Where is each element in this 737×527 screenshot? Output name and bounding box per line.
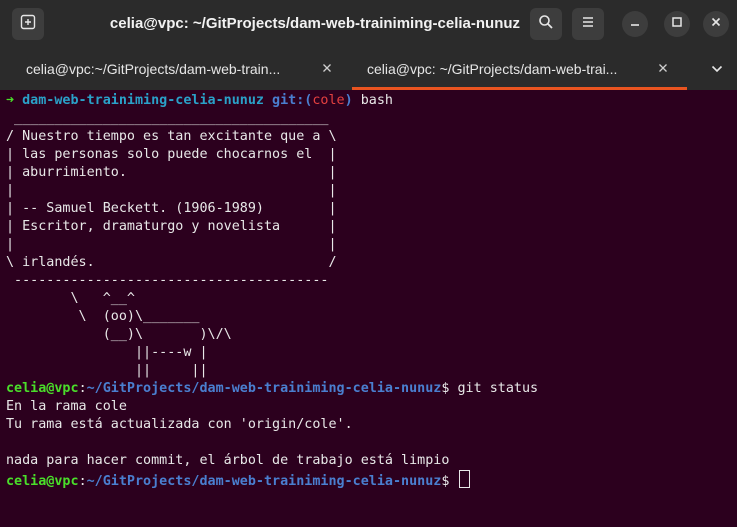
minimize-icon (629, 15, 641, 33)
output-line: En la rama cole (6, 399, 127, 414)
tab-close-button[interactable] (316, 51, 338, 87)
terminal-output[interactable]: ➜ dam-web-trainiming-celia-nunuz git:(co… (6, 92, 734, 527)
maximize-icon (671, 15, 683, 33)
minimize-button[interactable] (622, 11, 648, 37)
close-icon (322, 60, 332, 78)
window-title: celia@vpc: ~/GitProjects/dam-web-trainim… (109, 15, 521, 32)
cowsay-line: \ irlandés. / (6, 255, 337, 270)
cowsay-line: ||----w | (6, 345, 208, 360)
git-prompt-line: ➜ dam-web-trainiming-celia-nunuz git:(co… (6, 92, 734, 110)
cowsay-line: | | (6, 183, 337, 198)
git-label: git:( (272, 93, 313, 108)
shell-prompt-line: celia@vpc:~/GitProjects/dam-web-trainimi… (6, 470, 734, 489)
cowsay-line: \ ^__^ (6, 291, 135, 306)
tab-label: celia@vpc: ~/GitProjects/dam-web-trai... (367, 61, 618, 77)
search-button[interactable] (530, 8, 562, 40)
output-line: nada para hacer commit, el árbol de trab… (6, 453, 450, 468)
prompt-user: celia@vpc (6, 381, 79, 396)
new-tab-icon (20, 14, 36, 35)
cowsay-line: | | (6, 237, 337, 252)
git-branch: cole (312, 93, 345, 108)
cowsay-line: | Escritor, dramaturgo y novelista | (6, 219, 337, 234)
cowsay-line: \ (oo)\_______ (6, 309, 200, 324)
prompt-directory: dam-web-trainiming-celia-nunuz (22, 93, 264, 108)
hamburger-menu-icon (581, 15, 595, 34)
prompt-path: ~/GitProjects/dam-web-trainiming-celia-n… (86, 474, 442, 489)
tab-label: celia@vpc:~/GitProjects/dam-web-train... (26, 61, 281, 77)
header-bar: celia@vpc: ~/GitProjects/dam-web-trainim… (0, 0, 737, 48)
prompt-user: celia@vpc (6, 474, 79, 489)
output-line: Tu rama está actualizada con 'origin/col… (6, 417, 353, 432)
git-label-close: ) (344, 93, 353, 108)
text-cursor[interactable] (459, 470, 471, 488)
cowsay-line: (__)\ )\/\ (6, 327, 232, 342)
cowsay-line: _______________________________________ (6, 111, 329, 126)
active-tab-indicator (352, 87, 687, 90)
chevron-down-icon (711, 60, 723, 78)
close-icon (658, 60, 668, 78)
prompt-dollar: $ (441, 381, 458, 396)
cowsay-line: | aburrimiento. | (6, 165, 337, 180)
shell-prompt-line: celia@vpc:~/GitProjects/dam-web-trainimi… (6, 380, 734, 398)
new-tab-button[interactable] (12, 8, 44, 40)
prompt-separator: : (78, 474, 87, 489)
maximize-button[interactable] (664, 11, 690, 37)
close-icon (710, 15, 722, 33)
search-icon (538, 14, 554, 35)
prompt-separator: : (78, 381, 87, 396)
tab-bar: celia@vpc:~/GitProjects/dam-web-train...… (0, 48, 737, 90)
command-text: bash (360, 93, 393, 108)
cowsay-line: || || (6, 363, 208, 378)
cowsay-line: / Nuestro tiempo es tan excitante que a … (6, 129, 337, 144)
tab-close-button[interactable] (652, 51, 674, 87)
close-window-button[interactable] (703, 11, 729, 37)
cowsay-line: | las personas solo puede chocarnos el | (6, 147, 337, 162)
menu-button[interactable] (572, 8, 604, 40)
tab-1[interactable]: celia@vpc:~/GitProjects/dam-web-train... (26, 51, 346, 87)
cowsay-line: --------------------------------------- (6, 273, 329, 288)
prompt-path: ~/GitProjects/dam-web-trainiming-celia-n… (86, 381, 442, 396)
tab-list-dropdown[interactable] (705, 51, 729, 87)
tab-2-active[interactable]: celia@vpc: ~/GitProjects/dam-web-trai... (367, 51, 687, 87)
prompt-dollar: $ (441, 474, 458, 489)
cowsay-line: | -- Samuel Beckett. (1906-1989) | (6, 201, 337, 216)
command-text: git status (457, 381, 539, 396)
prompt-arrow: ➜ (6, 93, 15, 108)
